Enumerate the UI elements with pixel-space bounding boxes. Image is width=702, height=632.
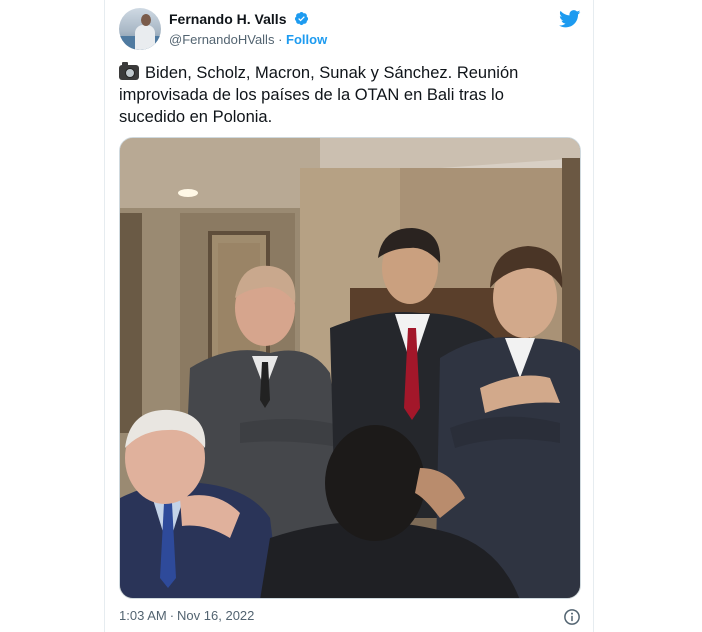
avatar[interactable] xyxy=(119,8,161,50)
handle-separator: · xyxy=(278,32,283,47)
info-icon[interactable] xyxy=(563,608,581,626)
tweet-text-content: Biden, Scholz, Macron, Sunak y Sánchez. … xyxy=(119,64,519,126)
tweet-meta: 1:03 AM · Nov 16, 2022 xyxy=(119,608,581,628)
tweet-date[interactable]: Nov 16, 2022 xyxy=(177,608,254,623)
meta-separator: · xyxy=(169,608,175,623)
follow-button[interactable]: Follow xyxy=(286,32,327,47)
tweet-header: Fernando H. Valls @FernandoHValls · Foll… xyxy=(119,8,581,52)
author-display-name[interactable]: Fernando H. Valls xyxy=(169,11,286,27)
author-handle[interactable]: @FernandoHValls xyxy=(169,32,274,47)
tweet-photo[interactable] xyxy=(119,137,581,599)
twitter-logo-icon[interactable] xyxy=(559,10,581,28)
tweet-time[interactable]: 1:03 AM xyxy=(119,608,167,623)
verified-badge-icon xyxy=(294,11,308,26)
author-info: Fernando H. Valls @FernandoHValls · Foll… xyxy=(169,11,327,47)
tweet-card[interactable]: Fernando H. Valls @FernandoHValls · Foll… xyxy=(104,0,594,632)
tweet-text: Biden, Scholz, Macron, Sunak y Sánchez. … xyxy=(119,62,569,128)
photo-illustration xyxy=(120,138,580,598)
camera-icon xyxy=(119,62,139,80)
